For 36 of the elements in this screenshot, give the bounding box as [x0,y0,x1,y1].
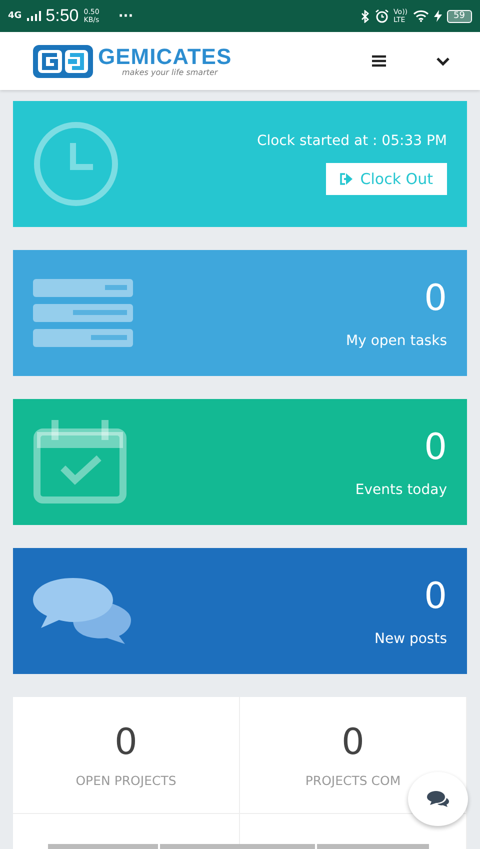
signal-icon [26,11,41,21]
brand-name: GEMICATES [98,46,232,68]
chat-icon [427,791,449,807]
project-count: 0 [114,722,138,763]
stat-label: Events today [355,482,447,498]
clock-out-button[interactable]: Clock Out [326,163,447,195]
stat-label: New posts [374,631,447,647]
network-type: 4G [8,11,22,21]
stat-count: 0 [424,575,447,619]
stat-count: 0 [424,426,447,470]
project-label: PROJECTS COM [305,773,401,788]
logo-icon [32,42,94,80]
calendar-check-icon [33,420,127,504]
status-time: 5:50 [46,6,79,26]
clock-icon [33,121,119,207]
dashboard-card[interactable]: 0 Events today [13,399,467,525]
wifi-icon [412,10,429,22]
clock-started-text: Clock started at : 05:33 PM [256,133,447,149]
brand-tagline: makes your life smarter [121,68,219,76]
bluetooth-icon [360,10,370,22]
alarm-icon [374,9,389,23]
stat-label: My open tasks [346,333,447,349]
charging-icon [434,10,442,22]
stat-count: 0 [424,277,447,321]
dashboard-card[interactable]: Clock started at : 05:33 PM Clock Out [13,101,467,227]
battery-indicator: 59 [446,10,472,22]
chat-bubbles-icon [33,578,133,644]
dashboard-card[interactable]: 0 New posts [13,548,467,674]
project-count: 0 [342,722,364,763]
menu-icon[interactable] [372,55,386,67]
chevron-down-icon[interactable] [436,56,450,66]
project-label: OPEN PROJECTS [76,773,176,788]
dashboard-card[interactable]: 0 My open tasks [13,250,467,376]
sign-out-icon [340,173,354,185]
list-icon [33,279,133,347]
more-dots: ··· [118,8,134,24]
